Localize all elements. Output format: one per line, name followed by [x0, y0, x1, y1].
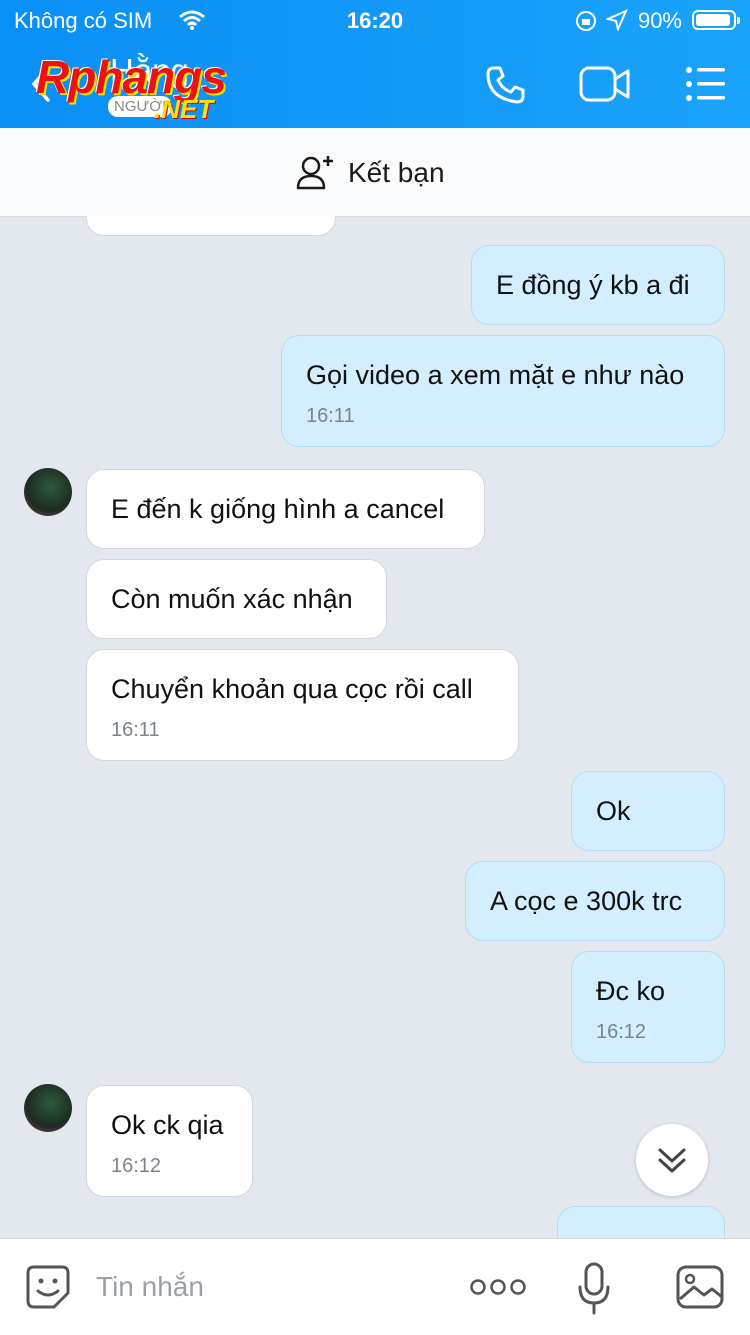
battery-icon: [692, 10, 740, 30]
message-text: Còn muốn xác nhận: [111, 584, 353, 614]
message-bubble[interactable]: A cọc e 300k trc: [465, 861, 725, 941]
message-time: 16:11: [111, 719, 160, 741]
message-bubble[interactable]: Còn muốn xác nhận: [86, 559, 387, 639]
message-bubble[interactable]: Gọi video a xem mặt e như nào 16:11: [281, 335, 725, 447]
menu-list-icon[interactable]: [684, 64, 728, 104]
message-time: 16:12: [111, 1155, 162, 1177]
image-gallery-icon[interactable]: [676, 1265, 724, 1309]
emoji-sticker-icon[interactable]: [24, 1263, 72, 1311]
message-text: Đc ko: [596, 976, 666, 1006]
add-friend-button[interactable]: Kết bạn: [296, 154, 445, 192]
app-header: Không có SIM 16:20 90% Hằng Rphangs NGƯỜ…: [0, 0, 750, 128]
avatar[interactable]: [24, 468, 72, 516]
avatar[interactable]: [24, 1084, 72, 1132]
watermark-logo: Rphangs NGƯỜI .NET: [36, 50, 227, 124]
add-friend-bar: Kết bạn: [0, 128, 750, 217]
message-text: Chuyển khoản qua cọc rồi call: [111, 674, 473, 704]
double-chevron-down-icon: [658, 1148, 686, 1173]
message-text: Gọi video a xem mặt e như nào: [306, 360, 685, 390]
message-bubble[interactable]: Ok ck qia 16:12: [86, 1085, 253, 1197]
location-icon: [606, 9, 628, 31]
message-input[interactable]: Tin nhắn: [96, 1271, 204, 1303]
message-bubble-partial[interactable]: [557, 1206, 725, 1238]
video-call-icon[interactable]: [578, 64, 632, 104]
message-bubble[interactable]: E đến k giống hình a cancel: [86, 469, 485, 549]
message-text: Ok: [596, 796, 631, 826]
scroll-down-button[interactable]: [636, 1124, 708, 1196]
add-friend-label: Kết bạn: [348, 157, 445, 188]
message-bubble[interactable]: Chuyển khoản qua cọc rồi call 16:11: [86, 649, 519, 761]
message-text: E đồng ý kb a đi: [496, 270, 690, 300]
phone-icon[interactable]: [484, 64, 526, 106]
chat-area[interactable]: E đồng ý kb a đi Gọi video a xem mặt e n…: [0, 216, 750, 1238]
watermark-net: .NET: [154, 94, 214, 124]
add-user-icon: [296, 156, 333, 190]
message-text: Ok ck qia: [111, 1110, 224, 1140]
message-bubble[interactable]: Ok: [571, 771, 725, 851]
message-text: E đến k giống hình a cancel: [111, 494, 445, 524]
status-bar: Không có SIM 16:20 90%: [0, 0, 750, 40]
message-time: 16:12: [596, 1021, 647, 1043]
message-composer: Tin nhắn: [0, 1238, 750, 1335]
message-bubble[interactable]: Đc ko 16:12: [571, 951, 725, 1063]
orientation-lock-icon: [576, 11, 596, 31]
message-bubble-partial[interactable]: [86, 216, 336, 236]
battery-percent: 90%: [637, 8, 682, 33]
message-bubble[interactable]: E đồng ý kb a đi: [471, 245, 725, 325]
microphone-icon[interactable]: [576, 1261, 612, 1317]
message-text: A cọc e 300k trc: [490, 886, 683, 916]
message-time: 16:11: [306, 405, 355, 427]
more-options-icon[interactable]: [470, 1275, 526, 1299]
